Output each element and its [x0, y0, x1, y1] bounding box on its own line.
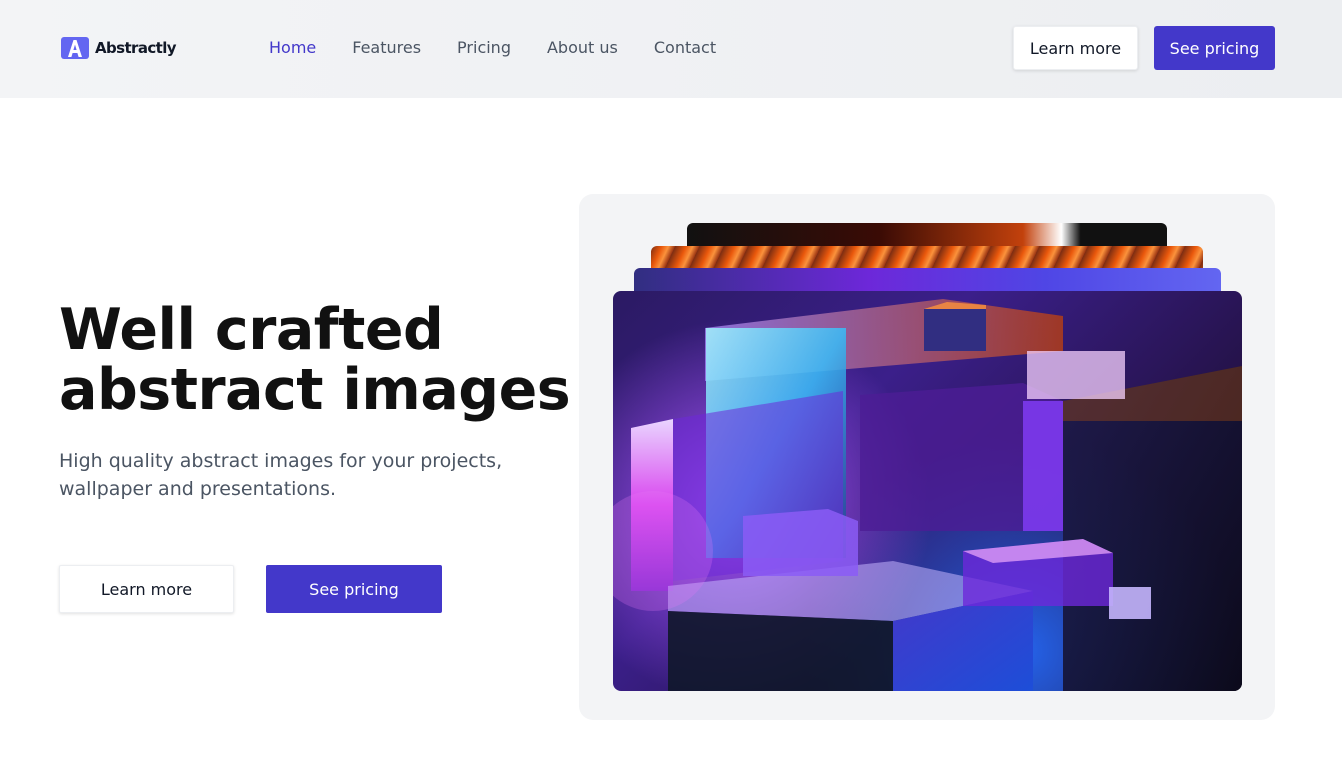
brand-logo[interactable]: Abstractly — [61, 36, 177, 60]
nav-home[interactable]: Home — [269, 37, 316, 59]
hero-learn-more-button[interactable]: Learn more — [59, 565, 234, 613]
hero-title-line-1: Well crafted — [59, 297, 444, 363]
hero-title: Well crafted abstract images — [59, 297, 571, 423]
hero-see-pricing-button[interactable]: See pricing — [266, 565, 442, 613]
nav-contact[interactable]: Contact — [654, 37, 716, 59]
hero-subtitle: High quality abstract images for your pr… — [59, 450, 503, 500]
nav-about-us[interactable]: About us — [547, 37, 618, 59]
nav-pricing[interactable]: Pricing — [457, 37, 511, 59]
hero-title-line-2: abstract images — [59, 357, 571, 423]
main-nav: Home Features Pricing About us Contact — [269, 37, 752, 59]
site-header: Abstractly Home Features Pricing About u… — [0, 0, 1342, 98]
abstract-glass-blocks-illustration — [613, 299, 1242, 691]
abstractly-logo-icon — [61, 37, 89, 59]
nav-features[interactable]: Features — [352, 37, 421, 59]
header-learn-more-button[interactable]: Learn more — [1013, 26, 1138, 70]
brand-name: Abstractly — [95, 39, 177, 57]
header-see-pricing-button[interactable]: See pricing — [1154, 26, 1275, 70]
hero-abstract-image — [613, 291, 1242, 691]
